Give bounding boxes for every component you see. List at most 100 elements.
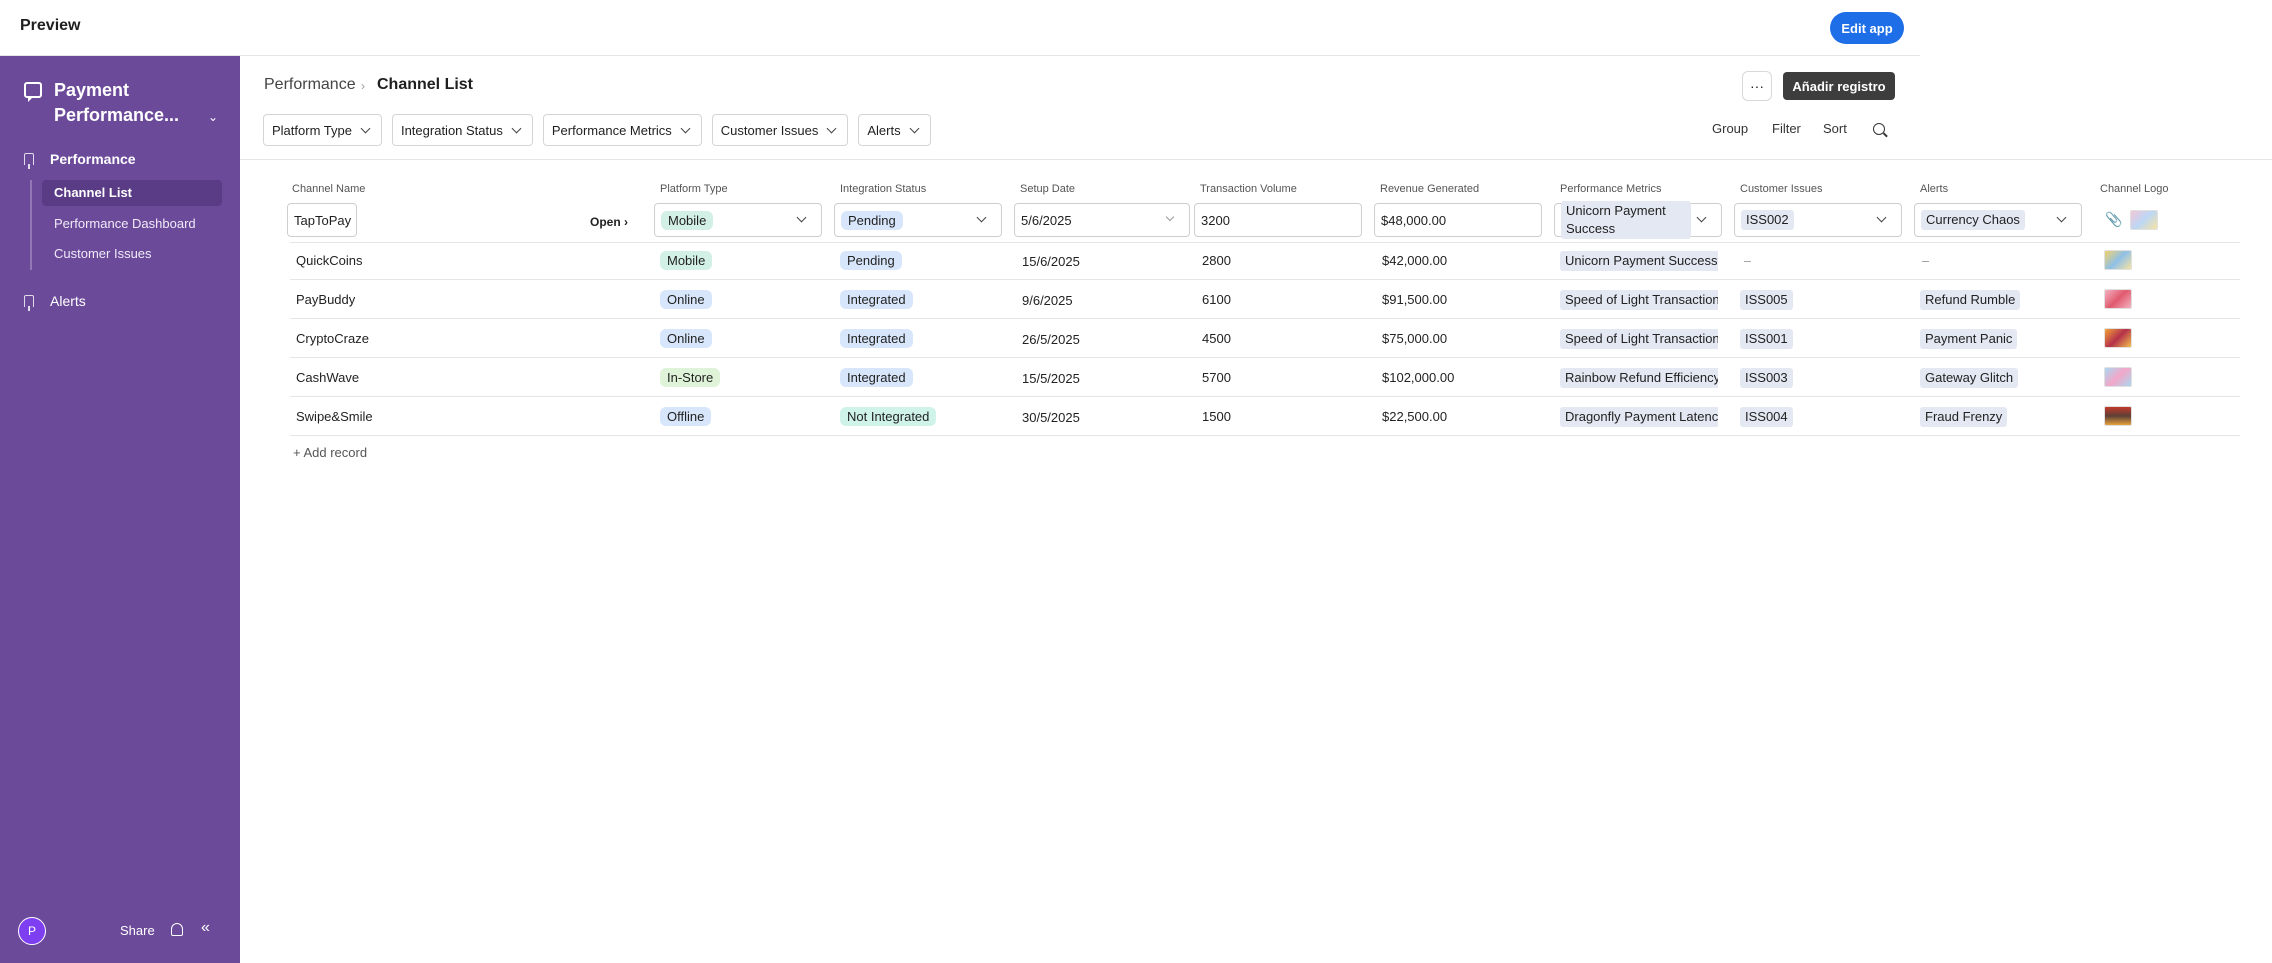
nav-tree-line [30,180,32,270]
sidebar-item-channel-list[interactable]: Channel List [42,180,222,206]
column-header[interactable]: Channel Logo [2100,183,2169,195]
issue-tag: ISS001 [1740,329,1793,349]
metric-tag: Rainbow Refund Efficiency [1560,368,1718,388]
issue-cell: – [1744,253,1752,268]
header-divider [240,159,2272,160]
performance-metric-select[interactable]: Unicorn Payment Success [1554,201,1722,239]
more-options-button[interactable]: ··· [1742,71,1772,101]
filter-label: Customer Issues [720,122,819,138]
issue-tag: ISS005 [1740,290,1793,310]
revenue-cell: $42,000.00 [1382,253,1448,268]
platform-type-select[interactable]: Mobile [654,203,822,237]
platform-pill: In-Store [660,368,721,387]
status-pill: Not Integrated [840,407,937,426]
channel-name-input[interactable]: TapToPay [287,203,357,237]
status-pill: Integrated [840,290,913,309]
volume-cell: 6100 [1202,292,1231,307]
setup-date-picker[interactable]: 5/6/2025 [1014,203,1190,237]
metric-tag: Dragonfly Payment Latency [1560,407,1718,427]
channel-name-cell: CashWave [296,370,360,385]
sidebar-group-label: Performance [50,151,136,167]
alert-tag: Refund Rumble [1920,290,2021,310]
sidebar: Payment Performance... ⌄ Performance Cha… [0,56,240,963]
add-record-button[interactable]: Añadir registro [1783,72,1895,100]
filter-platform-type[interactable]: Platform Type [263,114,382,146]
row-divider [290,435,2240,436]
volume-cell: 1500 [1202,409,1231,424]
integration-status-select[interactable]: Pending [834,203,1002,237]
sidebar-item-customer-issues[interactable]: Customer Issues [42,241,222,267]
revenue-cell: $102,000.00 [1382,370,1455,385]
share-button[interactable]: Share [120,923,155,938]
sidebar-footer: P Share « [0,903,240,963]
channel-logo [2104,289,2132,309]
column-header[interactable]: Performance Metrics [1560,183,1661,195]
status-pill: Pending [841,210,903,230]
bell-icon[interactable] [171,923,183,936]
metric-tag: Speed of Light Transaction [1560,329,1718,349]
column-header[interactable]: Integration Status [840,183,926,195]
search-icon[interactable] [1873,123,1885,135]
revenue-input[interactable]: $48,000.00 [1374,203,1542,237]
platform-pill: Mobile [660,251,713,270]
filter-customer-issues[interactable]: Customer Issues [711,114,849,146]
revenue-cell: $75,000.00 [1382,331,1448,346]
open-record-link[interactable]: Open › [590,215,628,229]
sort-button[interactable]: Sort [1823,121,1847,136]
column-header[interactable]: Channel Name [292,183,365,195]
column-header[interactable]: Customer Issues [1740,183,1823,195]
page-title: Channel List [377,76,474,93]
metric-tag: Speed of Light Transaction [1560,290,1718,310]
issue-tag: ISS003 [1740,368,1793,388]
row-divider [290,396,2240,397]
chevron-down-icon [826,123,837,133]
filter-label: Platform Type [272,122,352,138]
collapse-sidebar-icon[interactable]: « [201,919,210,937]
sidebar-group-performance[interactable]: Performance [24,151,136,169]
chevron-down-icon [2056,212,2067,223]
alert-tag: Fraud Frenzy [1920,407,2008,427]
column-header[interactable]: Revenue Generated [1380,183,1479,195]
filter-button[interactable]: Filter [1772,121,1801,136]
channel-logo[interactable] [2130,210,2158,230]
volume-cell: 2800 [1202,253,1231,268]
breadcrumb-parent[interactable]: Performance [264,76,356,94]
chevron-down-icon [360,123,371,133]
sidebar-group-label: Alerts [50,293,86,309]
chevron-down-icon [796,212,807,223]
setup-date-cell: 30/5/2025 [1022,410,1080,425]
avatar[interactable]: P [18,917,46,945]
alert-select[interactable]: Currency Chaos [1914,203,2082,237]
chevron-down-icon [680,123,691,133]
chevron-down-icon[interactable]: ⌄ [208,110,218,124]
revenue-cell: $91,500.00 [1382,292,1448,307]
issue-tag: ISS002 [1741,210,1794,230]
channel-name-cell: QuickCoins [296,253,363,268]
column-header[interactable]: Transaction Volume [1200,183,1297,195]
edit-app-button[interactable]: Edit app [1830,12,1904,44]
channel-logo [2104,367,2132,387]
column-header[interactable]: Platform Type [660,183,728,195]
add-record-row[interactable]: + Add record [293,445,367,460]
metric-tag: Unicorn Payment Success Rate [1560,251,1718,271]
setup-date-cell: 26/5/2025 [1022,332,1080,347]
transaction-volume-input[interactable]: 3200 [1194,203,1362,237]
filter-label: Integration Status [400,122,503,138]
channel-name-cell: CryptoCraze [296,331,369,346]
sidebar-group-alerts[interactable]: Alerts [24,293,86,311]
alert-tag: Gateway Glitch [1920,368,2019,388]
attachment-icon[interactable]: 📎 [2105,211,2122,227]
issue-tag: ISS004 [1740,407,1793,427]
column-header[interactable]: Alerts [1920,183,1948,195]
customer-issue-select[interactable]: ISS002 [1734,203,1902,237]
filter-alerts[interactable]: Alerts [858,114,931,146]
sidebar-item-performance-dashboard[interactable]: Performance Dashboard [42,211,222,237]
revenue-cell: $22,500.00 [1382,409,1448,424]
group-button[interactable]: Group [1712,121,1748,136]
filter-performance-metrics[interactable]: Performance Metrics [542,114,702,146]
filter-label: Performance Metrics [551,122,672,138]
chevron-down-icon [1696,212,1707,223]
filter-integration-status[interactable]: Integration Status [391,114,533,146]
pin-icon [24,153,34,169]
column-header[interactable]: Setup Date [1020,183,1075,195]
